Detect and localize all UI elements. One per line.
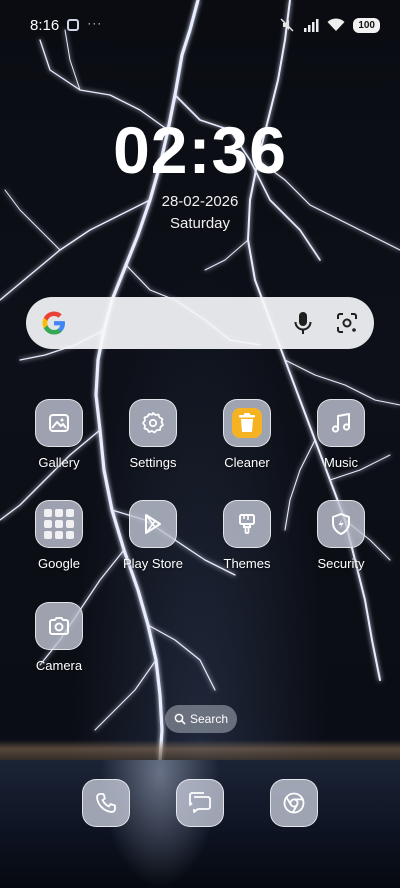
trash-icon xyxy=(232,408,262,438)
play-store-icon[interactable] xyxy=(129,500,177,548)
brush-icon[interactable] xyxy=(223,500,271,548)
clock-date: 28-02-2026 xyxy=(161,193,239,210)
cleaner-tile[interactable] xyxy=(223,399,271,447)
search-icon xyxy=(174,713,186,725)
notification-icon xyxy=(67,19,80,31)
app-label: Settings xyxy=(129,455,177,470)
status-right: 100 xyxy=(279,17,380,33)
signal-icon xyxy=(304,19,319,32)
mute-icon xyxy=(280,18,294,32)
app-label: Cleaner xyxy=(224,455,270,470)
app-themes[interactable]: Themes xyxy=(204,500,290,571)
microphone-icon[interactable] xyxy=(290,310,316,336)
google-lens-icon[interactable] xyxy=(334,310,360,336)
messages-icon[interactable] xyxy=(176,779,224,827)
gallery-icon[interactable] xyxy=(35,399,83,447)
app-label: Security xyxy=(317,556,365,571)
app-label: Music xyxy=(324,455,358,470)
google-search-bar[interactable] xyxy=(26,297,374,349)
wifi-icon xyxy=(327,18,345,31)
app-gallery[interactable]: Gallery xyxy=(16,399,102,470)
shield-bolt-icon[interactable] xyxy=(317,500,365,548)
search-pill-label: Search xyxy=(189,712,229,726)
app-camera[interactable]: Camera xyxy=(16,602,102,673)
phone-icon[interactable] xyxy=(82,779,130,827)
google-g-icon xyxy=(42,311,65,335)
app-security[interactable]: Security xyxy=(298,500,384,571)
app-label: Play Store xyxy=(123,556,183,571)
app-label: Camera xyxy=(35,658,83,673)
status-left: 8:16 ··· xyxy=(30,16,103,34)
app-cleaner[interactable]: Cleaner xyxy=(204,399,290,470)
more-dots-icon: ··· xyxy=(87,16,103,30)
music-note-icon[interactable] xyxy=(317,399,365,447)
app-play-store[interactable]: Play Store xyxy=(110,500,196,571)
app-search-pill[interactable]: Search xyxy=(165,705,237,733)
clock-weekday: Saturday xyxy=(169,215,231,232)
google-folder-icon[interactable] xyxy=(35,500,83,548)
app-label: Google xyxy=(38,556,80,571)
status-time: 8:16 xyxy=(30,16,60,34)
clock-time[interactable]: 02:36 xyxy=(0,112,400,188)
chrome-icon[interactable] xyxy=(270,779,318,827)
battery-icon: 100 xyxy=(353,17,380,33)
gear-icon[interactable] xyxy=(129,399,177,447)
app-settings[interactable]: Settings xyxy=(110,399,196,470)
app-google-folder[interactable]: Google xyxy=(16,500,102,571)
app-label: Themes xyxy=(223,556,271,571)
status-bar: 8:16 ··· 100 xyxy=(0,0,400,50)
app-label: Gallery xyxy=(38,455,80,470)
app-music[interactable]: Music xyxy=(298,399,384,470)
camera-icon[interactable] xyxy=(35,602,83,650)
shoreline xyxy=(0,740,400,762)
